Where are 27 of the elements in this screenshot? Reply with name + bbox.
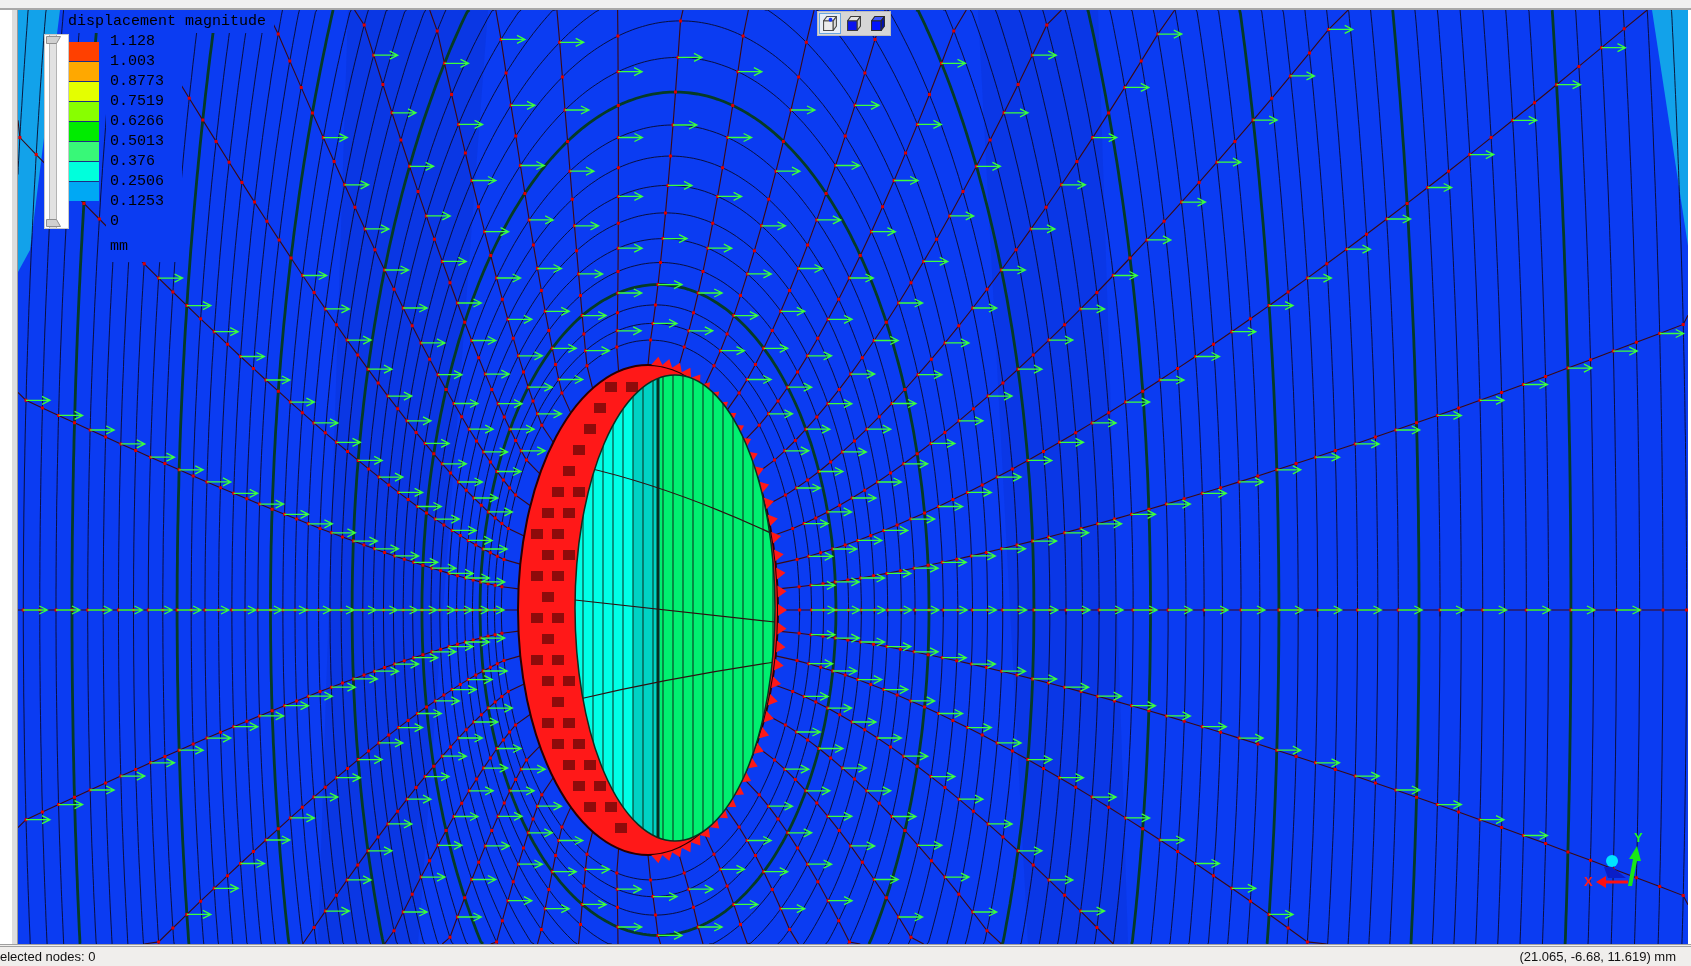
- status-text: elected nodes: 0: [0, 948, 96, 965]
- y-axis-arrow-icon: [1627, 846, 1643, 886]
- range-slider[interactable]: [44, 34, 69, 229]
- legend-value: 1.128: [110, 32, 156, 52]
- slider-handle[interactable]: [46, 36, 61, 44]
- cube-outline-icon: [823, 16, 837, 31]
- legend-value: 0.5013: [110, 132, 164, 152]
- legend-value: 1.003: [110, 52, 156, 72]
- legend-value: 0.2506: [110, 172, 164, 192]
- legend-value: 0.8773: [110, 72, 164, 92]
- cube-front-face-icon: [847, 16, 861, 31]
- legend-value: 0.6266: [110, 112, 164, 132]
- legend-title: displacement magnitude: [68, 14, 267, 30]
- coordinates-text: (21.065, -6.68, 11.619) mm: [1519, 948, 1676, 965]
- legend-value: 0.376: [110, 152, 156, 172]
- axis-label: X: [1584, 874, 1593, 889]
- legend-value: 0.1253: [110, 192, 164, 212]
- view-mode-button[interactable]: [819, 13, 841, 34]
- cone-icon: [1604, 867, 1626, 878]
- legend-value: 0.7519: [110, 92, 164, 112]
- legend-unit: mm: [110, 237, 129, 257]
- solid-cube-icon: [871, 16, 885, 31]
- legend-value: 0: [110, 212, 120, 232]
- axis-label: Y: [1634, 830, 1643, 845]
- sphere-icon: [1606, 855, 1618, 867]
- x-axis-arrow-icon: [1596, 876, 1628, 888]
- slider-handle[interactable]: [46, 219, 61, 227]
